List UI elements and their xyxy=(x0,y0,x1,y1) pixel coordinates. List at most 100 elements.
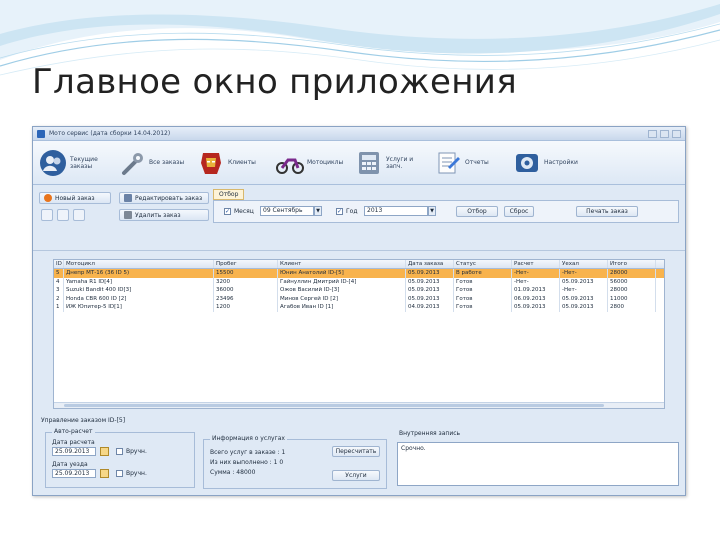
ribbon-button-services[interactable]: Услуги и запч. xyxy=(355,149,422,177)
column-header[interactable]: Мотоцикл xyxy=(64,260,214,268)
note-textarea[interactable]: Срочно. xyxy=(397,442,679,486)
calc-date-label: Дата расчета xyxy=(52,439,95,446)
cell-client: Ожов Василий ID-[3] xyxy=(278,286,406,295)
cell-status: Готов xyxy=(454,286,512,295)
cell-total: 56000 xyxy=(608,277,656,286)
ribbon-button-current-orders[interactable]: Текущие заказы xyxy=(39,149,106,177)
year-input[interactable]: 2013 xyxy=(364,206,428,216)
order-management-title: Управление заказом ID-[5] xyxy=(41,417,126,424)
cell-calc: 05.09.2013 xyxy=(512,303,560,312)
report-icon xyxy=(438,152,460,173)
left-date-input[interactable]: 25.09.2013 xyxy=(52,469,96,478)
cell-run: 3200 xyxy=(214,277,278,286)
maximize-button[interactable] xyxy=(660,129,669,138)
apply-filter-button[interactable]: Отбор xyxy=(456,206,498,217)
calc-manual-checkbox[interactable] xyxy=(116,448,123,455)
ribbon-label: Настройки xyxy=(544,159,578,166)
cell-run: 15500 xyxy=(214,269,278,278)
edit-order-button[interactable]: Редактировать заказ xyxy=(119,192,209,204)
table-row[interactable]: 3 Suzuki Bandit 400 ID[3] 36000 Ожов Вас… xyxy=(54,286,664,295)
delete-order-button[interactable]: Удалить заказ xyxy=(119,209,209,221)
check-icon[interactable] xyxy=(73,209,85,221)
window-titlebar: Мото сервис (дата сборки 14.04.2012) xyxy=(33,127,685,141)
column-header[interactable]: Статус xyxy=(454,260,512,268)
horizontal-scrollbar[interactable] xyxy=(54,402,664,408)
pencil-icon xyxy=(124,194,132,202)
ribbon-button-all-orders[interactable]: Все заказы xyxy=(118,149,185,177)
cell-calc: -Нет- xyxy=(512,277,560,286)
month-select[interactable]: 09 Сентябрь xyxy=(260,206,314,216)
column-header[interactable]: Пробег xyxy=(214,260,278,268)
window-title: Мото сервис (дата сборки 14.04.2012) xyxy=(49,130,171,137)
cell-total: 11000 xyxy=(608,294,656,303)
cell-total: 28000 xyxy=(608,286,656,295)
new-order-button[interactable]: Новый заказ xyxy=(39,192,111,204)
cell-moto: Honda CBR 600 ID [2] xyxy=(64,294,214,303)
cell-moto: Yamaha R1 ID[4] xyxy=(64,277,214,286)
column-header[interactable]: Расчет xyxy=(512,260,560,268)
ribbon-button-reports[interactable]: Отчеты xyxy=(434,149,501,177)
close-button[interactable] xyxy=(672,129,681,138)
ribbon-button-clients[interactable]: Клиенты xyxy=(197,149,264,177)
window-controls xyxy=(648,129,685,138)
left-date-label: Дата уезда xyxy=(52,461,88,468)
note-label: Внутренняя запись xyxy=(399,430,461,437)
services-info-group: Информация о услугах Всего услуг в заказ… xyxy=(203,435,387,489)
column-header[interactable]: ID xyxy=(54,260,64,268)
cell-left: 05.09.2013 xyxy=(560,303,608,312)
month-checkbox[interactable]: ✓ xyxy=(224,208,231,215)
cell-left: -Нет- xyxy=(560,286,608,295)
cell-left: -Нет- xyxy=(560,269,608,278)
cell-date: 05.09.2013 xyxy=(406,277,454,286)
table-row[interactable]: 1 ИЖ Юпитер-5 ID[1] 1200 Агабов Иван ID … xyxy=(54,303,664,312)
services-sum-text: Сумма : 48000 xyxy=(210,469,256,476)
cell-id: 5 xyxy=(54,269,64,278)
delete-icon xyxy=(124,211,132,219)
column-header[interactable]: Клиент xyxy=(278,260,406,268)
reset-filter-button[interactable]: Сброс xyxy=(504,206,534,217)
settings-icon xyxy=(516,153,538,172)
left-manual-checkbox[interactable] xyxy=(116,470,123,477)
cell-date: 05.09.2013 xyxy=(406,286,454,295)
recalculate-button[interactable]: Пересчитать xyxy=(332,446,380,457)
dates-group: Авто-расчет Дата расчета 25.09.2013 Вруч… xyxy=(45,428,195,488)
cell-total: 28000 xyxy=(608,269,656,278)
column-header[interactable]: Дата заказа xyxy=(406,260,454,268)
column-header[interactable]: Итого xyxy=(608,260,656,268)
table-row[interactable]: 4 Yamaha R1 ID[4] 3200 Гайнуллин Дмитрий… xyxy=(54,277,664,286)
chevron-down-icon[interactable]: ▼ xyxy=(314,206,322,216)
folder-icon[interactable] xyxy=(41,209,53,221)
calendar-icon[interactable] xyxy=(100,447,109,456)
ribbon-button-motorcycles[interactable]: Мотоциклы xyxy=(276,149,343,177)
globe-icon[interactable] xyxy=(57,209,69,221)
cell-id: 3 xyxy=(54,286,64,295)
cell-id: 4 xyxy=(54,277,64,286)
column-header[interactable]: Уехал xyxy=(560,260,608,268)
cell-calc: 01.09.2013 xyxy=(512,286,560,295)
ribbon-button-settings[interactable]: Настройки xyxy=(513,149,580,177)
cell-status: Готов xyxy=(454,303,512,312)
calc-date-input[interactable]: 25.09.2013 xyxy=(52,447,96,456)
year-checkbox[interactable]: ✓ xyxy=(336,208,343,215)
user-group-icon xyxy=(40,149,66,176)
cell-status: В работе xyxy=(454,269,512,278)
cell-run: 36000 xyxy=(214,286,278,295)
tab-filter[interactable]: Отбор xyxy=(213,189,245,200)
new-order-label: Новый заказ xyxy=(55,194,95,202)
print-order-button[interactable]: Печать заказ xyxy=(576,206,638,217)
services-done-text: Из них выполнено : 1 0 xyxy=(210,459,284,466)
minimize-button[interactable] xyxy=(648,129,657,138)
motorcycle-icon xyxy=(276,158,304,174)
cell-moto: Suzuki Bandit 400 ID[3] xyxy=(64,286,214,295)
delete-order-label: Удалить заказ xyxy=(135,211,181,219)
cell-date: 05.09.2013 xyxy=(406,294,454,303)
cell-date: 05.09.2013 xyxy=(406,269,454,278)
chevron-down-icon[interactable]: ▼ xyxy=(428,206,436,216)
orders-table[interactable]: ID Мотоцикл Пробег Клиент Дата заказа Ст… xyxy=(53,259,665,409)
scrollbar-thumb[interactable] xyxy=(64,404,604,407)
calendar-icon[interactable] xyxy=(100,469,109,478)
ribbon-label: Все заказы xyxy=(149,159,185,166)
table-row[interactable]: 5 Днепр МТ-16 (36 ID 5) 15500 Юнин Анато… xyxy=(54,269,664,278)
table-row[interactable]: 2 Honda CBR 600 ID [2] 23496 Минов Серге… xyxy=(54,294,664,303)
services-button[interactable]: Услуги xyxy=(332,470,380,481)
